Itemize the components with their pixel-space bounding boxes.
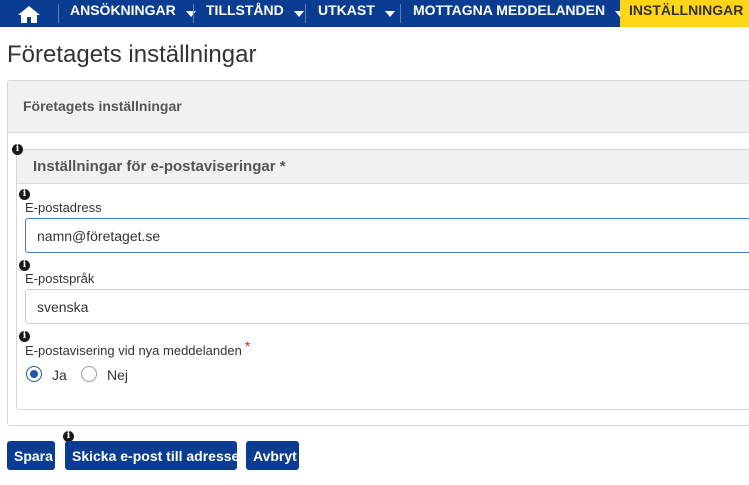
nav-item-utkast[interactable]: UTKAST xyxy=(318,0,395,27)
company-settings-panel-header: Företagets inställningar xyxy=(8,81,749,133)
nav-item-ansokningar[interactable]: ANSÖKNINGAR xyxy=(70,0,196,27)
nav-item-tillstand[interactable]: TILLSTÅND xyxy=(206,0,304,27)
email-notification-label-text: E-postavisering vid nya meddelanden xyxy=(25,343,242,358)
nav-separator xyxy=(193,4,194,23)
nav-item-installningar[interactable]: INSTÄLLNINGAR xyxy=(620,0,749,27)
page-title: Företagets inställningar xyxy=(7,41,257,68)
top-navigation-bar: ANSÖKNINGAR TILLSTÅND UTKAST MOTTAGNA ME… xyxy=(0,0,749,27)
email-notification-panel-title: Inställningar för e-postaviseringar * xyxy=(33,158,286,175)
info-icon[interactable]: i xyxy=(19,260,30,271)
company-settings-panel-title: Företagets inställningar xyxy=(23,98,182,114)
email-notification-label: E-postavisering vid nya meddelanden * xyxy=(25,338,250,358)
email-language-input[interactable] xyxy=(25,289,749,324)
save-button[interactable]: Spara xyxy=(7,441,55,470)
home-button[interactable] xyxy=(0,0,58,27)
info-icon[interactable]: i xyxy=(12,144,23,155)
info-icon[interactable]: i xyxy=(19,331,30,342)
caret-down-icon xyxy=(293,10,304,17)
nav-item-mottagna-meddelanden[interactable]: MOTTAGNA MEDDELANDEN xyxy=(413,0,626,27)
caret-down-icon xyxy=(384,10,395,17)
home-icon xyxy=(18,5,40,23)
email-language-label: E-postspråk xyxy=(25,271,95,286)
caret-down-icon xyxy=(185,10,196,17)
email-input[interactable] xyxy=(25,218,749,253)
notify-no-radio[interactable] xyxy=(81,366,97,382)
notify-no-label[interactable]: Nej xyxy=(107,367,128,383)
nav-separator xyxy=(58,4,59,23)
info-icon[interactable]: i xyxy=(19,189,30,200)
nav-separator xyxy=(305,4,306,23)
email-notification-panel-header: Inställningar för e-postaviseringar * xyxy=(17,150,749,184)
required-marker: * xyxy=(244,338,251,354)
notify-yes-label[interactable]: Ja xyxy=(52,367,67,383)
email-label: E-postadress xyxy=(25,200,102,215)
cancel-button[interactable]: Avbryt xyxy=(246,441,299,470)
send-email-to-address-button[interactable]: Skicka e-post till adressen xyxy=(65,441,248,470)
notify-yes-radio[interactable] xyxy=(26,366,42,382)
nav-separator xyxy=(400,4,401,23)
